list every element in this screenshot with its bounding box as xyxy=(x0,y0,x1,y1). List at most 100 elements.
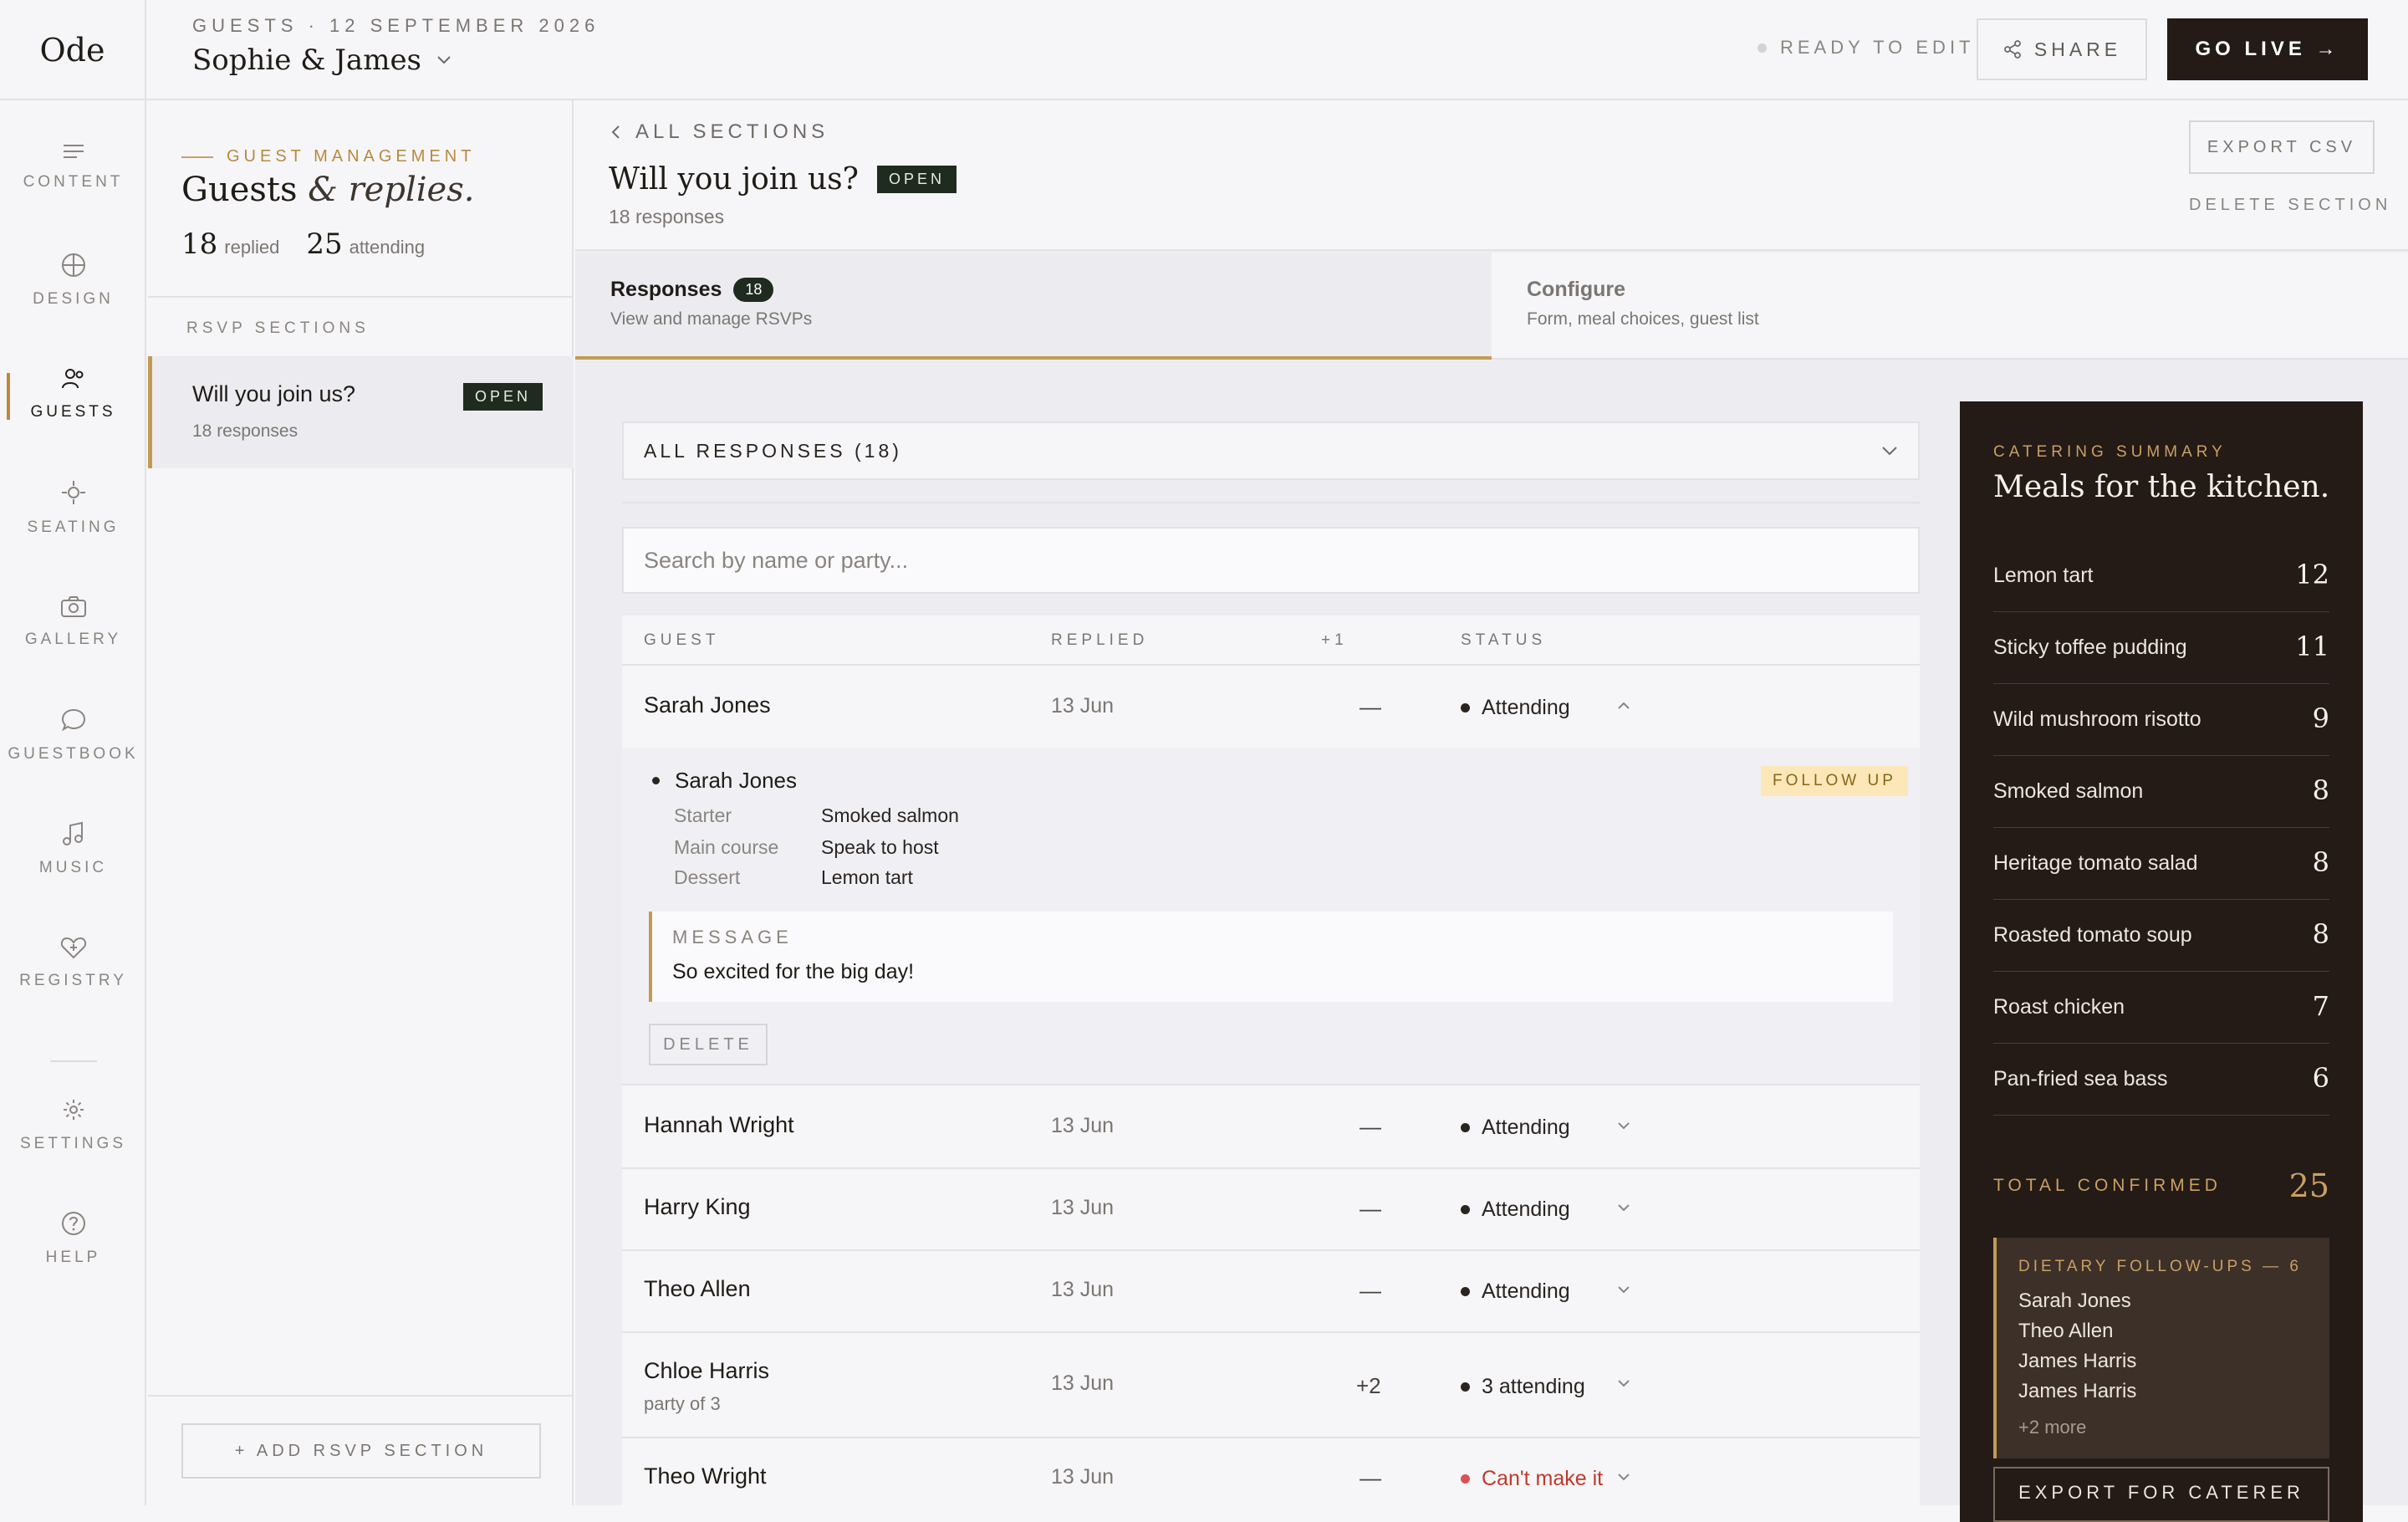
tab-title: Responses 18 xyxy=(610,278,774,302)
status-badge: OPEN xyxy=(876,166,957,193)
rsvp-section-card[interactable]: Will you join us? OPEN 18 responses xyxy=(148,356,574,468)
chat-icon xyxy=(61,708,85,732)
rsvp-status: 3 attending xyxy=(1461,1375,1585,1399)
status-dot-icon xyxy=(1461,1382,1470,1392)
rsvp-status: Attending xyxy=(1461,1198,1570,1222)
plus-one-count: — xyxy=(1360,1196,1381,1221)
nav-item-design[interactable]: DESIGN xyxy=(0,234,146,326)
guest-name: Harry King xyxy=(644,1194,751,1219)
back-to-sections-link[interactable]: ALL SECTIONS xyxy=(610,120,829,144)
rsvp-status: Can't make it xyxy=(1461,1467,1603,1491)
nav-item-help[interactable]: HELP xyxy=(0,1193,146,1285)
table-row[interactable]: Chloe Harris party of 3 13 Jun +2 3 atte… xyxy=(622,1333,1920,1438)
plus-one-count: — xyxy=(1360,694,1381,719)
tab-title: Configure xyxy=(1527,278,1625,302)
guest-name: Hannah Wright xyxy=(644,1112,794,1137)
nav-item-guests[interactable]: GUESTS xyxy=(0,348,146,440)
follow-up-badge[interactable]: FOLLOW UP xyxy=(1761,766,1908,796)
message-label: MESSAGE xyxy=(672,927,793,947)
meal-name: Wild mushroom risotto xyxy=(1993,707,2201,731)
delete-response-button[interactable]: DELETE xyxy=(649,1024,768,1065)
search-input[interactable] xyxy=(622,527,1920,594)
sections-panel: GUEST MANAGEMENT Guests & replies. 18 re… xyxy=(148,100,574,1505)
plus-one-count: — xyxy=(1360,1278,1381,1303)
chevron-down-icon xyxy=(437,56,451,64)
table-row[interactable]: Harry King 13 Jun — Attending xyxy=(622,1169,1920,1251)
guest-name: Theo Allen xyxy=(644,1276,751,1301)
nav-item-guestbook[interactable]: GUESTBOOK xyxy=(0,689,146,781)
tab-subtitle: Form, meal choices, guest list xyxy=(1527,309,1759,329)
dessert-value: Lemon tart xyxy=(821,866,913,888)
nav-divider xyxy=(50,1060,97,1062)
meal-name: Smoked salmon xyxy=(1993,779,2144,803)
share-label: SHARE xyxy=(2033,38,2122,60)
export-for-caterer-button[interactable]: EXPORT FOR CATERER xyxy=(1993,1467,2329,1522)
tab-responses[interactable]: Responses 18 View and manage RSVPs xyxy=(575,253,1492,360)
status-label: Attending xyxy=(1482,1279,1570,1303)
plus-one-count: — xyxy=(1360,1465,1381,1490)
chevron-down-icon[interactable] xyxy=(1614,1373,1634,1393)
table-row[interactable]: Theo Wright 13 Jun — Can't make it xyxy=(622,1438,1920,1505)
left-nav: CONTENT DESIGN GUESTS SEATING GALLERY GU… xyxy=(0,100,146,1505)
meal-row: Heritage tomato salad 8 xyxy=(1993,828,2329,900)
catering-summary-panel: CATERING SUMMARY Meals for the kitchen. … xyxy=(1960,401,2363,1522)
share-button[interactable]: SHARE xyxy=(1977,18,2147,80)
nav-item-gallery[interactable]: GALLERY xyxy=(0,575,146,667)
chevron-down-icon xyxy=(1882,447,1897,456)
nav-item-seating[interactable]: SEATING xyxy=(0,462,146,554)
rsvp-status: Attending xyxy=(1461,1279,1570,1304)
dietary-guest[interactable]: James Harris xyxy=(2018,1350,2136,1373)
title-italic: replies. xyxy=(348,171,475,209)
dietary-more-link[interactable]: +2 more xyxy=(2018,1417,2086,1438)
dessert-label: Dessert xyxy=(674,866,741,888)
table-row[interactable]: Sarah Jones 13 Jun — Attending xyxy=(622,666,1920,748)
total-confirmed: TOTAL CONFIRMED 25 xyxy=(1993,1167,2329,1204)
gear-icon xyxy=(63,1100,84,1120)
edit-status: READY TO EDIT xyxy=(1758,37,1975,59)
meal-count: 8 xyxy=(2312,918,2329,950)
chevron-down-icon[interactable] xyxy=(1614,1467,1634,1487)
column-header-status: STATUS xyxy=(1461,631,1547,649)
tab-configure[interactable]: Configure Form, meal choices, guest list xyxy=(1492,253,2408,360)
chevron-down-icon[interactable] xyxy=(1614,1279,1634,1300)
meal-name: Heritage tomato salad xyxy=(1993,851,2198,875)
section-title: Will you join us? xyxy=(609,162,859,197)
status-dot-icon xyxy=(1758,43,1767,53)
filter-label: ALL RESPONSES (18) xyxy=(644,439,902,462)
rsvp-status: Attending xyxy=(1461,1116,1570,1140)
nav-item-settings[interactable]: SETTINGS xyxy=(0,1079,146,1171)
divider xyxy=(148,1395,574,1397)
nav-label: GUESTBOOK xyxy=(8,745,139,763)
export-csv-button[interactable]: EXPORT CSV xyxy=(2189,120,2375,174)
delete-section-button[interactable]: DELETE SECTION xyxy=(2189,196,2391,215)
lines-icon xyxy=(63,145,84,158)
meal-count: 6 xyxy=(2312,1062,2329,1094)
add-rsvp-section-button[interactable]: + ADD RSVP SECTION xyxy=(181,1423,541,1479)
chevron-down-icon[interactable] xyxy=(1614,1116,1634,1136)
meal-name: Roasted tomato soup xyxy=(1993,923,2192,947)
dietary-guest[interactable]: Theo Allen xyxy=(2018,1320,2113,1343)
meal-row: Lemon tart 12 xyxy=(1993,540,2329,612)
table-row[interactable]: Hannah Wright 13 Jun — Attending xyxy=(622,1087,1920,1169)
catering-title: Meals for the kitchen. xyxy=(1993,470,2330,504)
nav-item-content[interactable]: CONTENT xyxy=(0,120,146,212)
music-icon xyxy=(62,821,83,845)
nav-item-registry[interactable]: REGISTRY xyxy=(0,917,146,1009)
chevron-up-icon[interactable] xyxy=(1614,696,1634,716)
message-text: So excited for the big day! xyxy=(672,960,915,983)
event-switcher[interactable]: Sophie & James xyxy=(192,43,452,77)
dietary-guest[interactable]: Sarah Jones xyxy=(2018,1290,2131,1313)
rsvp-status: Attending xyxy=(1461,696,1570,720)
nav-label: MUSIC xyxy=(38,859,108,876)
bullet-icon xyxy=(652,777,660,784)
chevron-down-icon[interactable] xyxy=(1614,1198,1634,1218)
table-row[interactable]: Theo Allen 13 Jun — Attending xyxy=(622,1251,1920,1333)
app-logo[interactable]: Ode xyxy=(0,0,146,100)
nav-item-music[interactable]: MUSIC xyxy=(0,803,146,895)
replied-date: 13 Jun xyxy=(1051,1196,1115,1219)
response-filter-dropdown[interactable]: ALL RESPONSES (18) xyxy=(622,421,1920,480)
attending-count: 25 xyxy=(306,227,343,261)
nav-label: DESIGN xyxy=(33,290,114,308)
go-live-button[interactable]: GO LIVE → xyxy=(2167,18,2368,80)
dietary-guest[interactable]: James Harris xyxy=(2018,1380,2136,1403)
